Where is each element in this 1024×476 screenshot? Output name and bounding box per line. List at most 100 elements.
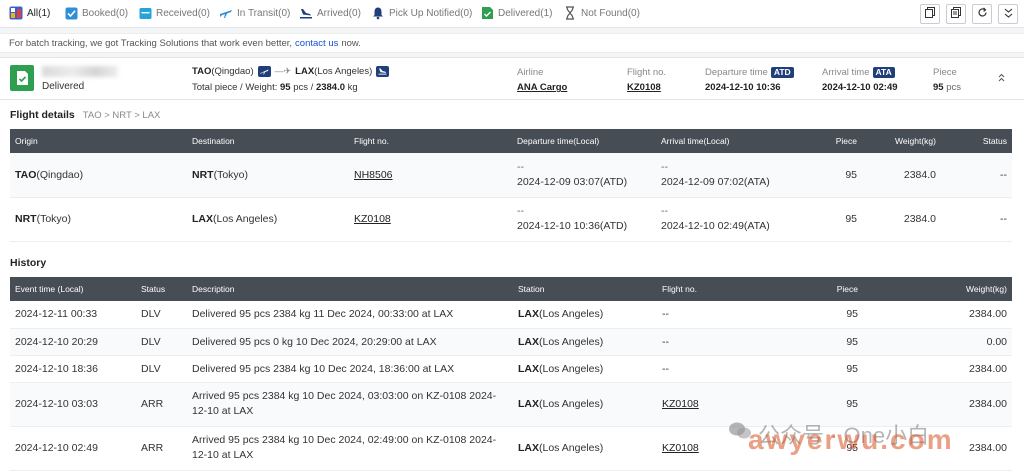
col-weight: Weight(kg) [862,129,941,153]
col-arrival-time: Arrival time(Local) [656,129,806,153]
filter-tab-booked[interactable]: Booked(0) [64,0,128,26]
station-cell: LAX(Los Angeles) [513,328,657,356]
weight-cell: 2384.00 [863,426,1012,471]
flight-link[interactable]: KZ0108 [657,382,807,427]
col-flight-no: Flight no. [657,277,807,301]
origin-code: TAO [192,66,212,77]
chevron-up-icon[interactable] [998,73,1005,85]
description-cell: Delivered 95 pcs 2384 kg 11 Dec 2024, 00… [187,301,513,329]
piece-cell: 95 [807,355,863,383]
route-arrow-icon: —✈ [274,66,292,76]
filter-tab-arrived[interactable]: Arrived(0) [299,0,361,26]
airline-field: Airline ANA Cargo [517,66,567,94]
filter-tab-all[interactable]: All(1) [9,0,50,26]
copy-all-icon [951,7,961,21]
kg-unit: kg [347,82,358,93]
ata-tag: ATA [872,66,895,78]
status-filter-bar: All(1) Booked(0) Received(0) In Transit(… [0,0,1024,28]
event-time-cell: 2024-12-10 03:03 [10,382,136,427]
status-cell: -- [941,153,1012,198]
airline-link[interactable]: ANA Cargo [517,82,567,93]
arrival-time: 2024-12-10 02:49 [822,82,898,93]
flight-cell: -- [657,328,807,356]
collapse-all-button[interactable] [998,4,1018,24]
atd-tag: ATD [770,66,794,78]
airline-label: Airline [517,66,544,78]
piece-cell: 95 [807,328,863,356]
filter-tab-pick-up-notified[interactable]: Pick Up Notified(0) [371,0,472,26]
notice-text: For batch tracking, we got Tracking Solu… [9,37,293,49]
table-row: 2024-12-10 02:49 ARR Arrived 95 pcs 2384… [10,426,1012,471]
flight-details-table: Origin Destination Flight no. Departure … [10,129,1012,242]
destination-cell: NRT(Tokyo) [187,153,349,198]
weight-cell: 2384.0 [862,153,941,198]
description-cell: Arrived 95 pcs 2384 kg 10 Dec 2024, 02:4… [187,426,513,471]
all-shipments-icon [9,6,23,20]
plane-icon [219,6,233,20]
history-heading: History [10,257,46,269]
table-row: 2024-12-11 00:33 DLV Delivered 95 pcs 23… [10,301,1012,329]
copy-all-button[interactable] [946,4,966,24]
col-piece: Piece [807,277,863,301]
copy-button[interactable] [920,4,940,24]
batch-tracking-notice: For batch tracking, we got Tracking Solu… [0,33,1024,53]
status-code-cell: ARR [136,426,187,471]
col-piece: Piece [806,129,862,153]
col-description: Description [187,277,513,301]
total-pieces: 95 [280,82,291,93]
flight-link[interactable]: KZ0108 [657,426,807,471]
station-cell: LAX(Los Angeles) [513,301,657,329]
dest-code: LAX [295,66,315,77]
flight-details-title: Flight details [10,109,75,121]
filter-tab-delivered[interactable]: Delivered(1) [480,0,552,26]
shipment-status: Delivered [42,81,85,92]
contact-us-link[interactable]: contact us [295,38,338,49]
table-row: TAO(Qingdao) NRT(Tokyo) NH8506 -- 2024-12… [10,153,1012,198]
filter-tab-label: Booked(0) [82,7,129,19]
arrival-cell: -- 2024-12-09 07:02(ATA) [656,153,806,198]
departure-cell: -- 2024-12-10 10:36(ATD) [512,197,656,242]
shipment-summary[interactable]: Delivered TAO (Qingdao) —✈ LAX (Los Angele… [0,58,1024,100]
piece-count: 95 [933,82,944,93]
piece-cell: 95 [806,197,862,242]
weight-separator: / [310,82,314,93]
check-box-icon [64,6,78,20]
flight-link[interactable]: KZ0108 [349,197,512,242]
status-code-cell: DLV [136,355,187,383]
weight-cell: 2384.00 [863,355,1012,383]
flight-cell: -- [657,301,807,329]
table-row: 2024-12-10 18:36 DLV Delivered 95 pcs 23… [10,355,1012,383]
description-cell: Delivered 95 pcs 0 kg 10 Dec 2024, 20:29… [187,328,513,356]
dest-city: (Los Angeles) [314,66,373,77]
weight-cell: 2384.00 [863,382,1012,427]
filter-tab-label: All(1) [27,7,51,19]
filter-tab-label: In Transit(0) [237,7,291,19]
arrival-plane-icon [376,66,390,77]
filter-tab-received[interactable]: Received(0) [138,0,210,26]
description-cell: Arrived 95 pcs 2384 kg 10 Dec 2024, 03:0… [187,382,513,427]
col-origin: Origin [10,129,187,153]
flight-link[interactable]: KZ0108 [627,82,666,93]
inbox-icon [138,6,152,20]
departure-plane-icon [257,66,271,77]
flight-link[interactable]: NH8506 [349,153,512,198]
col-status: Status [136,277,187,301]
event-time-cell: 2024-12-10 18:36 [10,355,136,383]
status-code-cell: DLV [136,328,187,356]
weight-cell: 2384.0 [862,197,941,242]
status-code-cell: ARR [136,382,187,427]
flight-table-header: Origin Destination Flight no. Departure … [10,129,1012,153]
filter-tab-in-transit[interactable]: In Transit(0) [219,0,290,26]
event-time-cell: 2024-12-11 00:33 [10,301,136,329]
piece-cell: 95 [807,382,863,427]
filter-tab-not-found[interactable]: Not Found(0) [563,0,640,26]
flight-details-heading: Flight details TAO > NRT > LAX [10,109,160,121]
bell-icon [371,6,385,20]
arrival-field: Arrival time ATA 2024-12-10 02:49 [822,66,898,93]
pcs-unit: pcs [293,82,309,93]
history-table: Event time (Local) Status Description St… [10,277,1012,471]
col-weight: Weight(kg) [863,277,1012,301]
refresh-button[interactable] [972,4,992,24]
event-time-cell: 2024-12-10 20:29 [10,328,136,356]
station-cell: LAX(Los Angeles) [513,426,657,471]
